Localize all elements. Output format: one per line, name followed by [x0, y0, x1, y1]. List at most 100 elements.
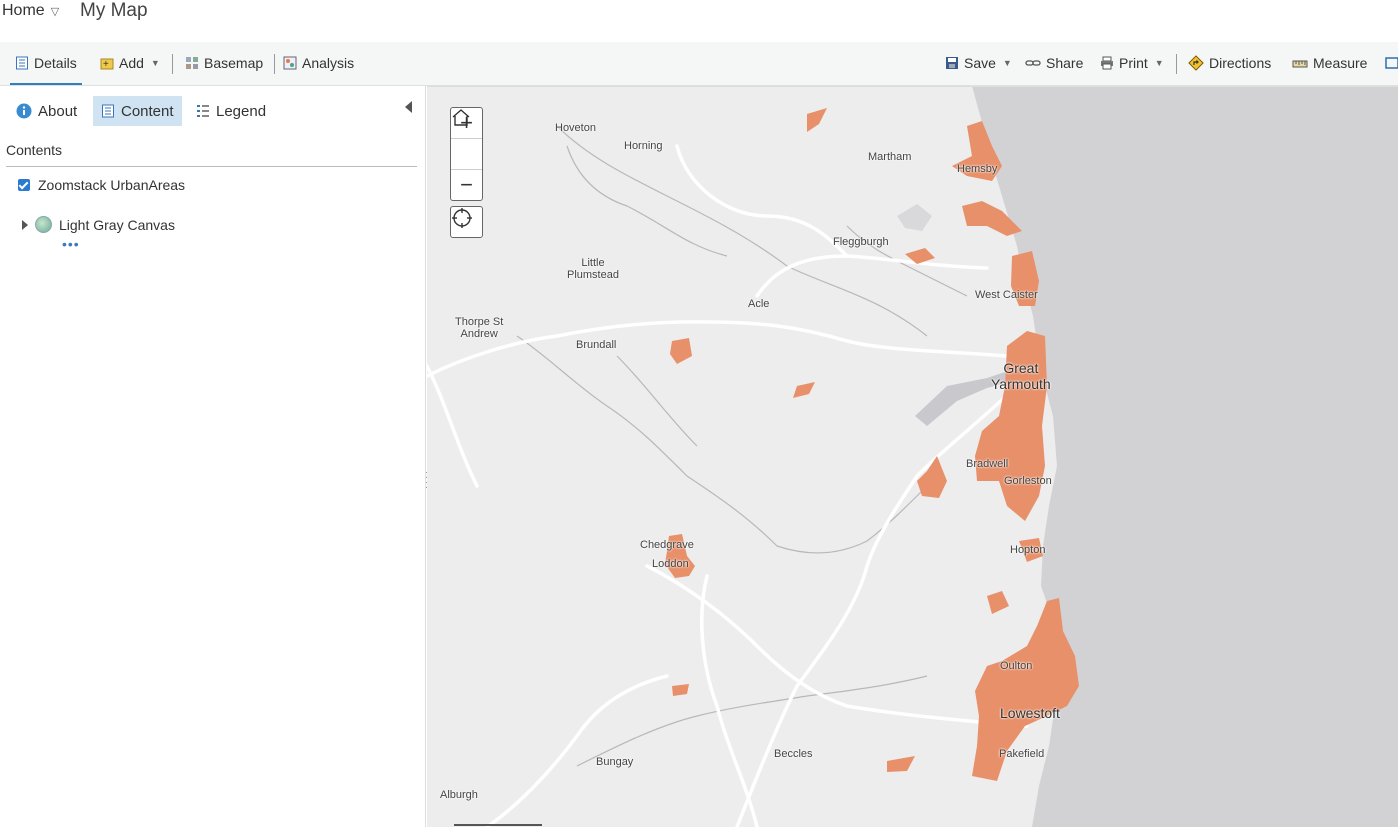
directions-button[interactable]: Directions [1188, 42, 1271, 83]
crosshair-icon [452, 208, 472, 228]
place-label-great-yarmouth: Great Yarmouth [991, 360, 1051, 392]
urban-area-small-3 [672, 684, 689, 696]
basemap-label: Basemap [204, 54, 264, 71]
layer-visibility-checkbox[interactable] [18, 179, 30, 191]
place-label-pakefield: Pakefield [999, 748, 1045, 760]
place-label-beccles: Beccles [774, 748, 813, 760]
measure-icon [1292, 60, 1308, 67]
content-icon [102, 104, 114, 118]
locate-button[interactable] [450, 206, 483, 238]
toolbar-divider [172, 54, 173, 74]
add-icon: + [100, 58, 114, 70]
details-button[interactable]: Details [10, 42, 82, 85]
urban-area-small-2 [793, 382, 815, 398]
place-label-bradwell: Bradwell [966, 458, 1009, 470]
analysis-button[interactable]: Analysis [283, 42, 354, 83]
place-label-horning: Horning [624, 140, 663, 152]
home-extent-button[interactable] [451, 109, 482, 169]
tab-legend-label: Legend [216, 102, 267, 120]
place-label-line: Thorpe St [455, 316, 504, 328]
urban-area-rollesby [807, 108, 827, 132]
basemap-button[interactable]: Basemap [185, 42, 263, 83]
toolbar-divider [1176, 54, 1177, 74]
map-title: My Map [80, 0, 148, 21]
divider [6, 166, 417, 167]
broad-water [897, 204, 932, 231]
directions-icon [1188, 54, 1204, 71]
add-label: Add [119, 54, 144, 71]
zoom-control: + − [450, 107, 483, 201]
place-label-little-plumstead: Little Plumstead [567, 257, 619, 281]
layer-name: Light Gray Canvas [59, 216, 175, 233]
place-label-chedgrave: Chedgrave [640, 539, 694, 551]
details-icon [16, 56, 28, 69]
urban-area-small-1 [670, 338, 692, 364]
save-button[interactable]: Save ▼ [945, 42, 1012, 83]
more-options-icon[interactable]: ••• [62, 236, 80, 252]
place-label-fleggburgh: Fleggburgh [833, 236, 889, 248]
chevron-down-icon: ▼ [1154, 57, 1164, 68]
zoom-out-button[interactable]: − [451, 169, 482, 200]
place-label-hemsby: Hemsby [957, 163, 998, 175]
contents-heading: Contents [6, 142, 63, 158]
place-label-hopton: Hopton [1010, 544, 1046, 556]
expand-icon[interactable] [22, 219, 28, 230]
place-label-oulton: Oulton [1000, 660, 1033, 672]
home-label: Home [2, 2, 45, 19]
chevron-down-icon: ▼ [150, 57, 160, 68]
place-label-acle: Acle [748, 298, 770, 310]
measure-button[interactable]: Measure [1292, 42, 1367, 83]
collapse-panel-icon[interactable] [405, 101, 412, 113]
tab-legend[interactable]: Legend [188, 96, 274, 126]
place-label-line: Little [581, 257, 605, 269]
map-view[interactable]: Hoveton Horning Martham Hemsby Fleggburg… [427, 86, 1398, 827]
link-icon [1025, 59, 1041, 66]
scale-bar [454, 824, 542, 826]
save-label: Save [964, 54, 996, 71]
place-label-brundall: Brundall [576, 339, 617, 351]
tab-about-label: About [38, 102, 78, 120]
layer-light-gray-canvas[interactable]: Light Gray Canvas [22, 216, 175, 233]
save-icon [946, 56, 958, 69]
chevron-down-icon: ▽ [50, 5, 60, 18]
tab-about[interactable]: About [8, 96, 85, 126]
chevron-down-icon: ▼ [1002, 57, 1012, 68]
print-button[interactable]: Print ▼ [1100, 42, 1164, 83]
legend-icon [197, 105, 209, 117]
bookmark-icon [1385, 56, 1398, 69]
place-label-thorpe-st-andrew: Thorpe St Andrew [455, 316, 503, 340]
share-button[interactable]: Share [1025, 42, 1083, 83]
top-bar: Home ▽ My Map [0, 0, 1398, 42]
overflow-tool-button[interactable] [1385, 42, 1398, 83]
place-label-alburgh: Alburgh [440, 789, 478, 801]
place-label-martham: Martham [868, 151, 912, 163]
info-icon [16, 103, 32, 119]
svg-text:+: + [103, 59, 109, 70]
printer-icon [1101, 56, 1113, 69]
basemap-canvas [427, 86, 1398, 827]
add-button[interactable]: + Add ▼ [100, 42, 160, 83]
toolbar-divider [274, 54, 275, 74]
home-icon [452, 109, 470, 126]
home-menu[interactable]: Home ▽ [2, 2, 59, 20]
place-label-bungay: Bungay [596, 756, 634, 768]
place-label-line: Great [1003, 360, 1039, 376]
urban-area-kessingland [887, 756, 915, 772]
basemap-icon [186, 56, 198, 69]
place-label-hoveton: Hoveton [555, 122, 596, 134]
details-panel: About Content Legend Contents Zoomstack … [0, 86, 426, 827]
place-label-line: Yarmouth [991, 376, 1051, 392]
print-label: Print [1119, 54, 1148, 71]
layer-name: Zoomstack UrbanAreas [38, 177, 186, 193]
place-label-lowestoft: Lowestoft [1000, 705, 1060, 721]
basemap-globe-icon [35, 216, 52, 233]
tab-content[interactable]: Content [93, 96, 182, 126]
analysis-label: Analysis [302, 54, 355, 71]
urban-area-corton [987, 591, 1009, 614]
share-label: Share [1046, 54, 1084, 71]
place-label-loddon: Loddon [652, 558, 689, 570]
details-label: Details [34, 54, 77, 71]
directions-label: Directions [1209, 54, 1272, 71]
layer-zoomstack-urbanareas[interactable]: Zoomstack UrbanAreas [18, 177, 185, 193]
place-label-line: Plumstead [567, 269, 619, 281]
